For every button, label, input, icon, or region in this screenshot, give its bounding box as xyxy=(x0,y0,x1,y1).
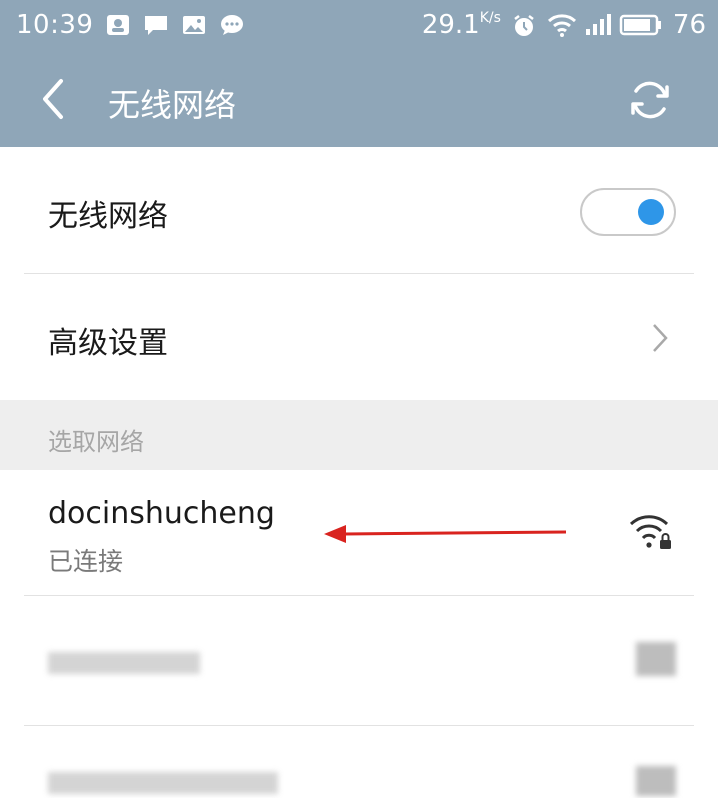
advanced-settings-row[interactable]: 高级设置 xyxy=(0,274,718,400)
network-status: 已连接 xyxy=(48,547,124,576)
advanced-settings-label: 高级设置 xyxy=(48,326,168,361)
blurred-network-name xyxy=(48,652,200,674)
network-item-blurred[interactable] xyxy=(0,596,718,724)
network-section-header: 选取网络 xyxy=(0,400,718,470)
battery-level: 76 xyxy=(672,10,706,40)
chat-bubble-icon xyxy=(219,13,245,37)
network-item-connected[interactable]: docinshucheng 已连接 xyxy=(0,470,718,595)
status-bar: 10:39 29.1K/s 76 xyxy=(0,0,718,52)
wifi-toggle-switch[interactable] xyxy=(580,188,676,236)
battery-icon xyxy=(619,13,663,37)
page-title: 无线网络 xyxy=(108,86,237,124)
wifi-locked-icon xyxy=(629,515,671,549)
back-button[interactable] xyxy=(28,74,76,124)
wifi-toggle-row[interactable]: 无线网络 xyxy=(0,147,718,273)
wifi-toggle-label: 无线网络 xyxy=(48,199,168,234)
image-icon xyxy=(181,13,207,37)
message-icon xyxy=(143,13,169,37)
chevron-right-icon xyxy=(653,324,668,352)
toggle-knob xyxy=(638,199,664,225)
chevron-left-icon xyxy=(43,79,63,119)
blurred-wifi-icon xyxy=(636,766,676,796)
status-time: 10:39 xyxy=(16,10,94,40)
section-label: 选取网络 xyxy=(48,428,144,456)
signal-icon xyxy=(583,13,611,37)
refresh-button[interactable] xyxy=(624,74,676,126)
refresh-icon xyxy=(631,81,669,119)
network-name: docinshucheng xyxy=(48,496,275,531)
alarm-icon xyxy=(511,13,537,37)
network-item-blurred[interactable] xyxy=(0,726,718,798)
blurred-network-name xyxy=(48,772,278,794)
person-icon xyxy=(105,13,131,37)
blurred-wifi-icon xyxy=(636,642,676,676)
network-speed: 29.1K/s xyxy=(421,10,501,40)
app-header: 无线网络 xyxy=(0,52,718,147)
wifi-icon xyxy=(547,13,576,37)
